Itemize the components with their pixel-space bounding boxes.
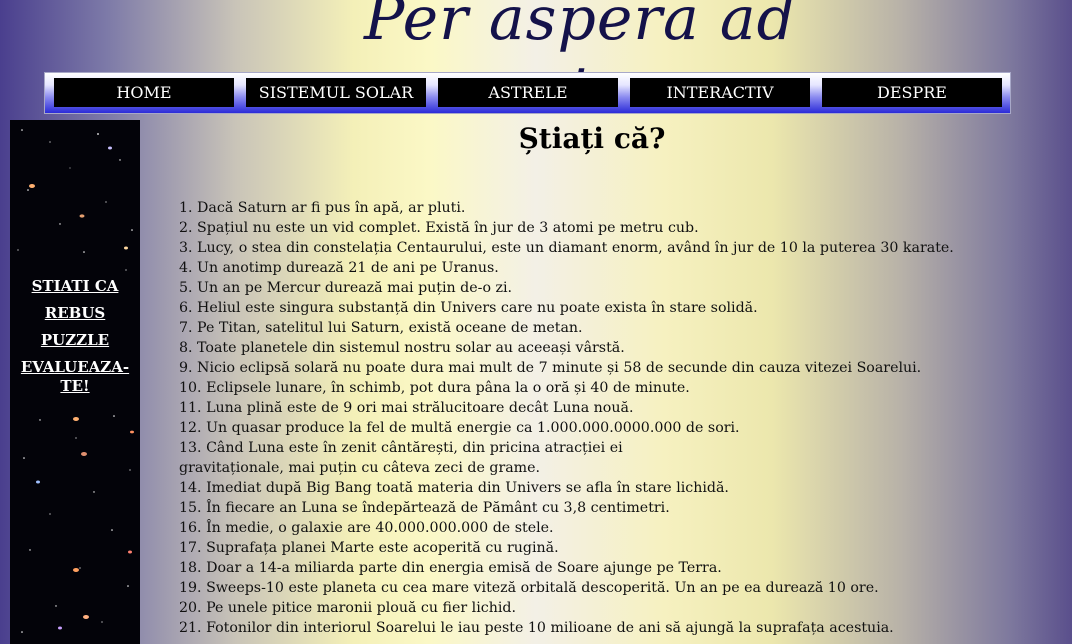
list-item: 15. În fiecare an Luna se îndepărtează d…: [179, 500, 670, 516]
list-item: 2. Spațiul nu este un vid complet. Exist…: [179, 220, 699, 236]
list-item: 14. Imediat după Big Bang toată materia …: [179, 480, 729, 496]
sidebar-link-stiati-ca[interactable]: STIATI CA: [10, 277, 140, 296]
sidebar-link-evalueaza-te[interactable]: EVALUEAZA-TE!: [10, 358, 140, 396]
list-item: 20. Pe unele pitice maronii plouă cu fie…: [179, 600, 516, 616]
list-item: 11. Luna plină este de 9 ori mai străluc…: [179, 400, 634, 416]
nav-despre[interactable]: DESPRE: [822, 78, 1002, 107]
main-navbar: HOME SISTEMUL SOLAR ASTRELE INTERACTIV D…: [44, 72, 1011, 114]
nav-astrele[interactable]: ASTRELE: [438, 78, 618, 107]
list-item: 13. Când Luna este în zenit cântărești, …: [179, 440, 623, 456]
list-item: 8. Toate planetele din sistemul nostru s…: [179, 340, 625, 356]
list-item: 6. Heliul este singura substanță din Uni…: [179, 300, 758, 316]
list-item: 16. În medie, o galaxie are 40.000.000.0…: [179, 520, 554, 536]
sidebar-starfield: STIATI CA REBUS PUZZLE EVALUEAZA-TE!: [10, 120, 140, 644]
list-item: 7. Pe Titan, satelitul lui Saturn, exist…: [179, 320, 583, 336]
list-item: 17. Suprafața planei Marte este acoperit…: [179, 540, 559, 556]
list-item: 3. Lucy, o stea din constelația Centauru…: [179, 240, 954, 256]
nav-interactiv[interactable]: INTERACTIV: [630, 78, 810, 107]
list-item: 12. Un quasar produce la fel de multă en…: [179, 420, 740, 436]
list-item: 10. Eclipsele lunare, în schimb, pot dur…: [179, 380, 690, 396]
list-item: 1. Dacă Saturn ar fi pus în apă, ar plut…: [179, 200, 466, 216]
page-title: Știați că?: [518, 122, 666, 155]
sidebar-links: STIATI CA REBUS PUZZLE EVALUEAZA-TE!: [10, 277, 140, 404]
list-item: 18. Doar a 14-a miliarda parte din energ…: [179, 560, 722, 576]
list-item: 5. Un an pe Mercur durează mai puțin de-…: [179, 280, 513, 296]
list-item: gravitaționale, mai puțin cu câteva zeci…: [179, 460, 541, 476]
list-item: 4. Un anotimp durează 21 de ani pe Uranu…: [179, 260, 499, 276]
sidebar-link-puzzle[interactable]: PUZZLE: [10, 331, 140, 350]
list-item: 9. Nicio eclipsă solară nu poate dura ma…: [179, 360, 922, 376]
sidebar-link-rebus[interactable]: REBUS: [10, 304, 140, 323]
facts-list: 1. Dacă Saturn ar fi pus în apă, ar plut…: [179, 198, 979, 638]
list-item: 19. Sweeps-10 este planeta cu cea mare v…: [179, 580, 879, 596]
list-item: 21. Fotonilor din interiorul Soarelui le…: [179, 620, 894, 636]
nav-sistemul-solar[interactable]: SISTEMUL SOLAR: [246, 78, 426, 107]
nav-home[interactable]: HOME: [54, 78, 234, 107]
site-logo: Per aspera ad astra: [363, 0, 797, 124]
